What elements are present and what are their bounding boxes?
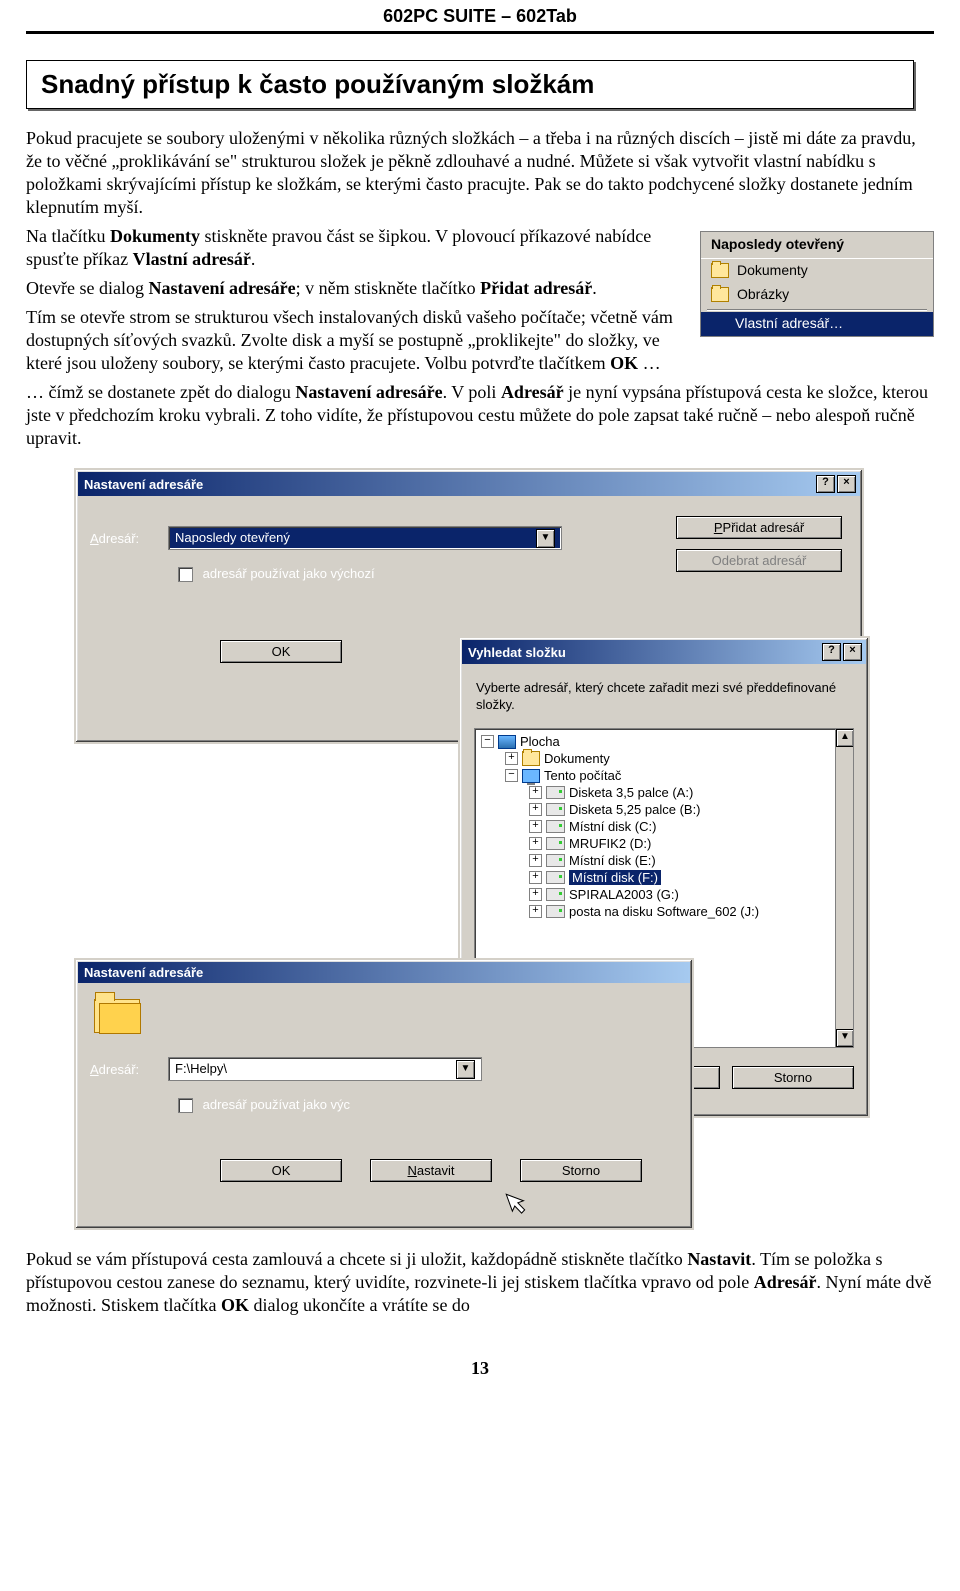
tree-node-documents[interactable]: + Dokumenty [477,750,851,767]
expand-icon[interactable]: + [529,871,542,884]
blank-icon [711,317,727,330]
adresar-value: Naposledy otevřený [175,529,290,547]
storno-button[interactable]: Storno [520,1159,642,1182]
checkbox-icon[interactable]: ✓ [178,567,193,582]
window-title: Nastavení adresáře [84,477,203,492]
chevron-down-icon[interactable]: ▼ [536,529,555,548]
cancel-button[interactable]: Storno [732,1066,854,1089]
computer-icon [522,769,540,783]
paragraph-1: Pokud pracujete se soubory uloženými v n… [26,127,934,219]
folder-icon [711,263,729,278]
checkbox-label: adresář používat jako výchozí [203,566,375,581]
section-title: Snadný přístup k často používaným složká… [26,60,914,109]
network-drive-icon [546,905,565,918]
close-button[interactable]: × [837,475,856,493]
tree-node-drive-g[interactable]: + SPIRALA2003 (G:) [477,886,851,903]
tree-node-mycomputer[interactable]: − Tento počítač [477,767,851,784]
window-title: Nastavení adresáře [84,965,203,980]
browse-prompt: Vyberte adresář, který chcete zařadit me… [476,680,852,714]
folder-icon [522,751,540,766]
page-header: 602PC SUITE – 602Tab [26,0,934,34]
tree-node-drive-c[interactable]: + Místní disk (C:) [477,818,851,835]
paragraph-5: … čímž se dostanete zpět do dialogu Nast… [26,381,934,450]
expand-icon[interactable]: + [529,820,542,833]
collapse-icon[interactable]: − [505,769,518,782]
chevron-down-icon[interactable]: ▼ [456,1060,475,1079]
floppy-icon [546,803,565,816]
tree-node-drive-d[interactable]: + MRUFIK2 (D:) [477,835,851,852]
window-title: Vyhledat složku [468,645,566,660]
paragraph-6: Pokud se vám přístupová cesta zamlouvá a… [26,1248,934,1317]
menu-item-custom-folder[interactable]: Vlastní adresář… [701,312,933,336]
recent-menu-panel: Naposledy otevřený Dokumenty Obrázky Vla… [700,231,934,337]
ok-button[interactable]: OK [220,640,342,663]
help-button[interactable]: ? [816,475,835,493]
collapse-icon[interactable]: − [481,735,494,748]
scroll-up-button[interactable]: ▲ [836,729,854,747]
dialog-folder-settings-2: Nastavení adresáře Adresář: F:\Helpy\ ▼ [74,958,694,1230]
floppy-icon [546,786,565,799]
adresar-combobox[interactable]: Naposledy otevřený ▼ [168,526,562,550]
menu-item-label: Vlastní adresář… [735,315,843,333]
tree-node-drive-e[interactable]: + Místní disk (E:) [477,852,851,869]
remove-folder-button[interactable]: Odebrat adresář [676,549,842,572]
drive-icon [546,837,565,850]
checkbox-label: adresář používat jako výc [203,1097,350,1112]
default-checkbox-row[interactable]: adresář používat jako výc [178,1097,678,1113]
nastavit-button[interactable]: Nastavit [370,1159,492,1182]
tree-node-drive-a[interactable]: + Disketa 3,5 palce (A:) [477,784,851,801]
add-folder-button[interactable]: PPřidat adresář [676,516,842,539]
scroll-down-button[interactable]: ▼ [836,1029,854,1047]
checkbox-icon[interactable] [178,1098,193,1113]
drive-icon [546,820,565,833]
ok-button[interactable]: OK [220,1159,342,1182]
folder-icon [711,287,729,302]
expand-icon[interactable]: + [529,854,542,867]
menu-item-label: Obrázky [737,286,789,304]
expand-icon[interactable]: + [529,837,542,850]
adresar-value: F:\Helpy\ [175,1060,227,1078]
expand-icon[interactable]: + [529,888,542,901]
folder-icon [94,999,140,1033]
tree-node-drive-j[interactable]: + posta na disku Software_602 (J:) [477,903,851,920]
close-button[interactable]: × [843,643,862,661]
drive-icon [546,871,565,884]
adresar-label: Adresář: [90,1062,154,1077]
tree-node-desktop[interactable]: − Plocha [477,733,851,750]
expand-icon[interactable]: + [505,752,518,765]
desktop-icon [498,735,516,749]
scrollbar[interactable]: ▲ ▼ [835,729,853,1047]
expand-icon[interactable]: + [529,803,542,816]
menu-item-label: Dokumenty [737,262,808,280]
expand-icon[interactable]: + [529,905,542,918]
menu-item-images[interactable]: Obrázky [701,283,933,307]
help-button[interactable]: ? [822,643,841,661]
page-number: 13 [26,1358,934,1379]
drive-icon [546,888,565,901]
tree-node-drive-b[interactable]: + Disketa 5,25 palce (B:) [477,801,851,818]
adresar-label: Adresář: [90,531,154,546]
titlebar[interactable]: Nastavení adresáře [78,962,690,983]
adresar-combobox[interactable]: F:\Helpy\ ▼ [168,1057,482,1081]
tree-node-drive-f[interactable]: + Místní disk (F:) [477,869,851,886]
expand-icon[interactable]: + [529,786,542,799]
titlebar[interactable]: Nastavení adresáře ? × [78,472,860,496]
menu-item-documents[interactable]: Dokumenty [701,259,933,283]
titlebar[interactable]: Vyhledat složku ? × [462,640,866,664]
screenshot-stack: Nastavení adresáře ? × PPřidat adresář O… [26,468,934,1238]
recent-menu-header: Naposledy otevřený [701,232,933,259]
drive-icon [546,854,565,867]
menu-separator [707,309,927,310]
